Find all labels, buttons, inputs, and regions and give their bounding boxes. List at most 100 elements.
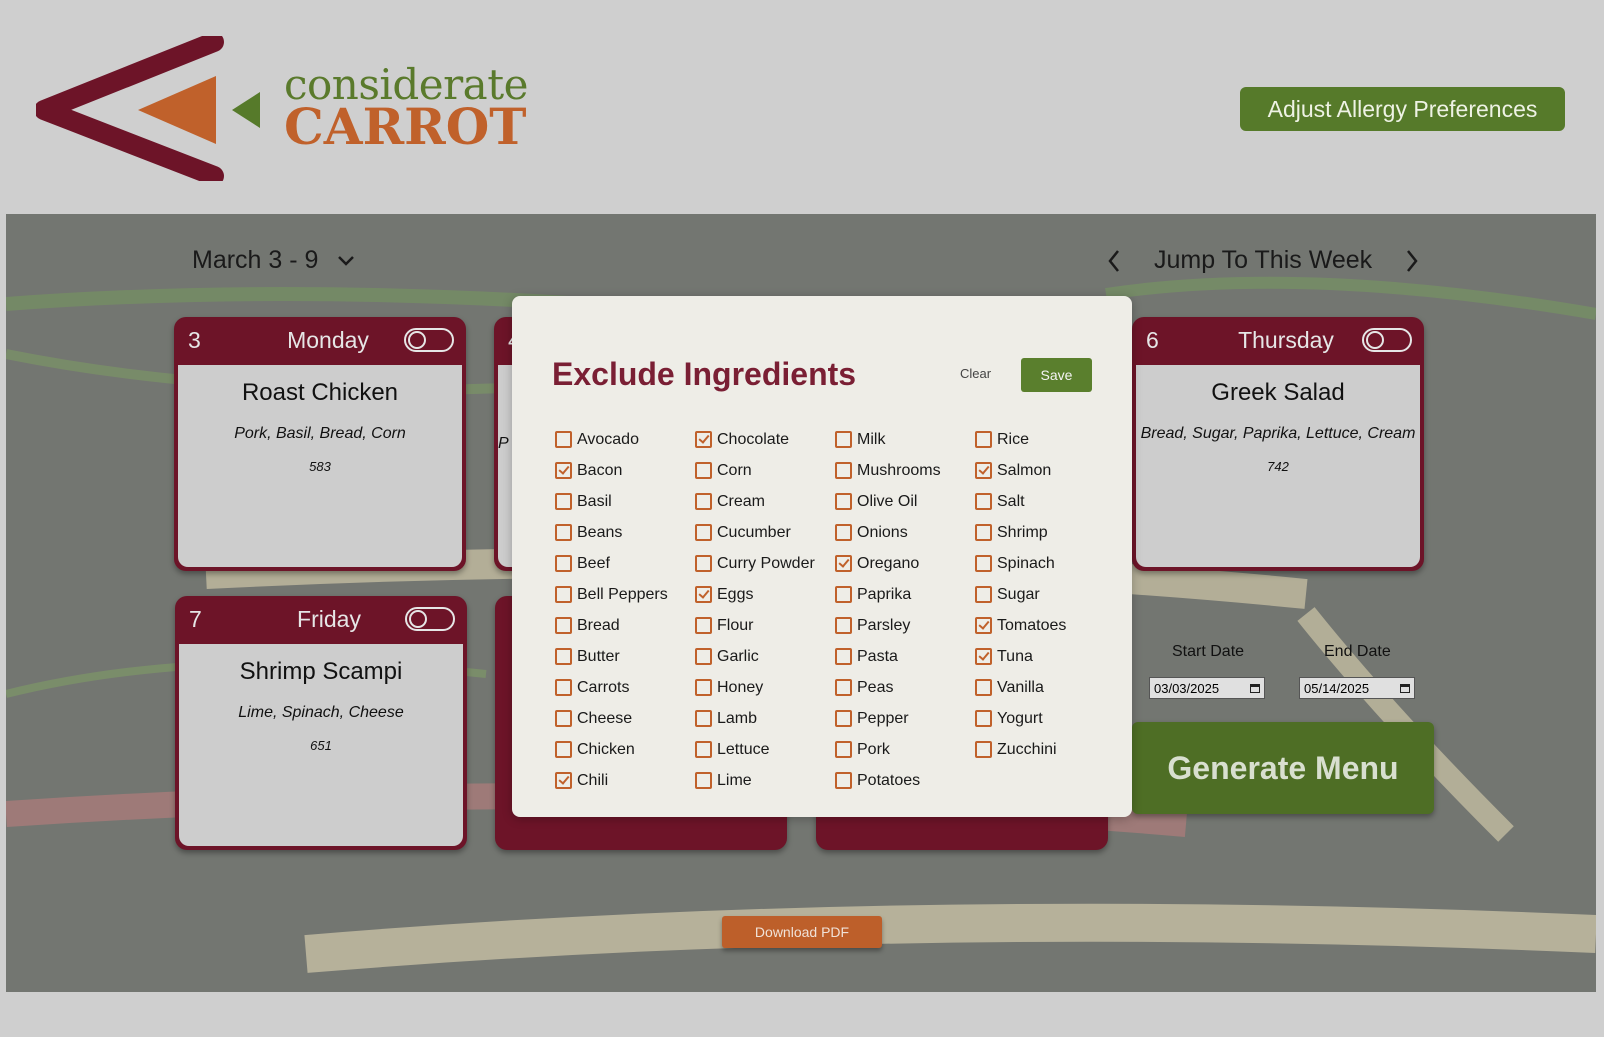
ingredient-option[interactable]: Tuna (975, 641, 1066, 672)
checkbox[interactable] (835, 679, 852, 696)
checkbox[interactable] (555, 679, 572, 696)
ingredient-option[interactable]: Butter (555, 641, 668, 672)
checkbox[interactable] (695, 772, 712, 789)
checkbox[interactable] (695, 586, 712, 603)
ingredient-option[interactable]: Salmon (975, 455, 1066, 486)
ingredient-option[interactable]: Sugar (975, 579, 1066, 610)
checkbox[interactable] (975, 431, 992, 448)
ingredient-option[interactable]: Paprika (835, 579, 941, 610)
ingredient-option[interactable]: Potatoes (835, 765, 941, 796)
checkbox[interactable] (555, 555, 572, 572)
checkbox[interactable] (975, 617, 992, 634)
ingredient-option[interactable]: Basil (555, 486, 668, 517)
checkbox[interactable] (975, 648, 992, 665)
checkbox[interactable] (975, 741, 992, 758)
checkbox[interactable] (975, 462, 992, 479)
checkbox[interactable] (835, 524, 852, 541)
ingredient-option[interactable]: Mushrooms (835, 455, 941, 486)
save-button[interactable]: Save (1021, 358, 1092, 392)
ingredient-option[interactable]: Chocolate (695, 424, 815, 455)
chevron-down-icon[interactable] (336, 254, 356, 268)
ingredient-option[interactable]: Corn (695, 455, 815, 486)
day-toggle[interactable] (405, 607, 455, 631)
end-date-input[interactable]: 05/14/2025 (1299, 677, 1415, 699)
ingredient-option[interactable]: Olive Oil (835, 486, 941, 517)
checkbox[interactable] (555, 462, 572, 479)
calendar-icon[interactable] (1250, 683, 1260, 693)
ingredient-option[interactable]: Chili (555, 765, 668, 796)
checkbox[interactable] (695, 493, 712, 510)
jump-to-week-link[interactable]: Jump To This Week (1154, 246, 1372, 275)
week-selector[interactable]: March 3 - 9 (192, 246, 356, 275)
calendar-icon[interactable] (1400, 683, 1410, 693)
ingredient-option[interactable]: Peas (835, 672, 941, 703)
checkbox[interactable] (695, 648, 712, 665)
ingredient-option[interactable]: Honey (695, 672, 815, 703)
ingredient-option[interactable]: Lettuce (695, 734, 815, 765)
checkbox[interactable] (695, 555, 712, 572)
checkbox[interactable] (835, 617, 852, 634)
ingredient-option[interactable]: Cucumber (695, 517, 815, 548)
download-pdf-button[interactable]: Download PDF (722, 916, 882, 948)
ingredient-option[interactable]: Eggs (695, 579, 815, 610)
adjust-allergy-button[interactable]: Adjust Allergy Preferences (1240, 87, 1565, 131)
checkbox[interactable] (975, 555, 992, 572)
checkbox[interactable] (835, 741, 852, 758)
ingredient-option[interactable]: Flour (695, 610, 815, 641)
ingredient-option[interactable]: Carrots (555, 672, 668, 703)
day-toggle[interactable] (404, 328, 454, 352)
ingredient-option[interactable]: Milk (835, 424, 941, 455)
ingredient-option[interactable]: Onions (835, 517, 941, 548)
day-card-friday[interactable]: 7 Friday Shrimp Scampi Lime, Spinach, Ch… (175, 596, 467, 850)
ingredient-option[interactable]: Oregano (835, 548, 941, 579)
checkbox[interactable] (835, 555, 852, 572)
ingredient-option[interactable]: Spinach (975, 548, 1066, 579)
ingredient-option[interactable]: Lamb (695, 703, 815, 734)
checkbox[interactable] (835, 586, 852, 603)
checkbox[interactable] (695, 462, 712, 479)
ingredient-option[interactable]: Parsley (835, 610, 941, 641)
ingredient-option[interactable]: Tomatoes (975, 610, 1066, 641)
checkbox[interactable] (695, 710, 712, 727)
day-toggle[interactable] (1362, 328, 1412, 352)
ingredient-option[interactable]: Shrimp (975, 517, 1066, 548)
checkbox[interactable] (835, 710, 852, 727)
ingredient-option[interactable]: Zucchini (975, 734, 1066, 765)
checkbox[interactable] (835, 431, 852, 448)
ingredient-option[interactable]: Bread (555, 610, 668, 641)
checkbox[interactable] (975, 586, 992, 603)
checkbox[interactable] (975, 493, 992, 510)
checkbox[interactable] (835, 493, 852, 510)
clear-button[interactable]: Clear (960, 366, 991, 381)
chevron-left-icon[interactable] (1106, 248, 1122, 274)
checkbox[interactable] (555, 431, 572, 448)
checkbox[interactable] (555, 617, 572, 634)
checkbox[interactable] (835, 772, 852, 789)
checkbox[interactable] (975, 710, 992, 727)
ingredient-option[interactable]: Vanilla (975, 672, 1066, 703)
checkbox[interactable] (555, 493, 572, 510)
checkbox[interactable] (695, 431, 712, 448)
ingredient-option[interactable]: Beans (555, 517, 668, 548)
ingredient-option[interactable]: Pepper (835, 703, 941, 734)
checkbox[interactable] (555, 524, 572, 541)
checkbox[interactable] (695, 741, 712, 758)
chevron-right-icon[interactable] (1404, 248, 1420, 274)
start-date-input[interactable]: 03/03/2025 (1149, 677, 1265, 699)
checkbox[interactable] (975, 524, 992, 541)
ingredient-option[interactable]: Cheese (555, 703, 668, 734)
ingredient-option[interactable]: Beef (555, 548, 668, 579)
checkbox[interactable] (695, 524, 712, 541)
ingredient-option[interactable]: Bell Peppers (555, 579, 668, 610)
ingredient-option[interactable]: Curry Powder (695, 548, 815, 579)
checkbox[interactable] (835, 648, 852, 665)
day-card-thursday[interactable]: 6 Thursday Greek Salad Bread, Sugar, Pap… (1132, 317, 1424, 571)
ingredient-option[interactable]: Garlic (695, 641, 815, 672)
generate-menu-button[interactable]: Generate Menu (1132, 722, 1434, 814)
ingredient-option[interactable]: Rice (975, 424, 1066, 455)
ingredient-option[interactable]: Pork (835, 734, 941, 765)
checkbox[interactable] (695, 679, 712, 696)
checkbox[interactable] (555, 741, 572, 758)
ingredient-option[interactable]: Salt (975, 486, 1066, 517)
ingredient-option[interactable]: Cream (695, 486, 815, 517)
